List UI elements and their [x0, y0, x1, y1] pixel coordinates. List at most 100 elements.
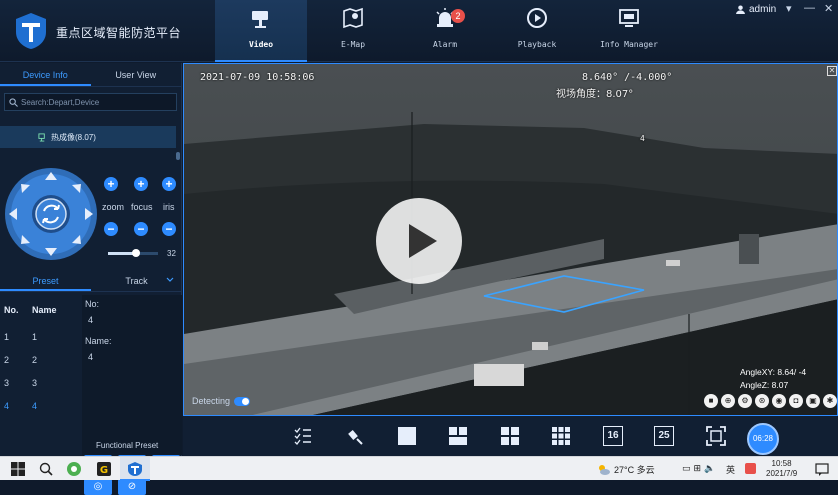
row-name: 1 [32, 331, 38, 342]
browser-icon[interactable] [66, 461, 82, 477]
row-no: 4 [4, 400, 10, 411]
system-clock[interactable]: 10:58 2021/7/9 [766, 459, 797, 479]
preset-record-button[interactable]: ◎ [84, 479, 112, 495]
device-list-scrollbar[interactable] [176, 152, 180, 160]
angle-readout: AngleXY: 8.64/ -4 AngleZ: 8.07 [740, 366, 806, 392]
snapshot-icon[interactable]: ◘ [789, 394, 803, 408]
nav-info-label: Info Manager [600, 40, 658, 49]
fullscreen-icon[interactable] [706, 426, 726, 446]
ptz-up-arrow[interactable] [45, 172, 57, 180]
speed-slider[interactable] [108, 249, 158, 257]
clock-date: 2021/7/9 [766, 469, 798, 478]
map-icon [343, 7, 363, 29]
layout-4-icon[interactable] [448, 426, 468, 446]
layout-2x2-icon[interactable] [500, 426, 520, 446]
tray-icons[interactable]: ▭⊞🔈 [682, 463, 718, 474]
tab-user-view[interactable]: User View [91, 63, 182, 86]
ptz-downleft-arrow[interactable] [21, 235, 30, 244]
layout-9-icon[interactable] [551, 426, 571, 446]
iris-in-button[interactable]: + [162, 177, 176, 191]
ime-indicator[interactable]: 英 [726, 463, 735, 476]
speed-value: 32 [167, 249, 176, 258]
detecting-toggle[interactable]: Detecting [192, 396, 251, 406]
table-row[interactable]: 1 1 [0, 325, 80, 348]
clock-time: 10:58 [771, 459, 792, 468]
user-dropdown-icon[interactable]: ▾ [786, 2, 792, 15]
tab-preset[interactable]: Preset [0, 270, 91, 291]
no-value[interactable]: 4 [88, 315, 93, 325]
row-name: 4 [32, 400, 38, 411]
search-input[interactable] [21, 97, 171, 107]
capture-icon[interactable]: ▣ [806, 394, 820, 408]
row-no: 2 [4, 354, 10, 365]
preset-clear-button[interactable]: ⊘ [118, 479, 146, 495]
nav-playback-label: Playback [517, 40, 557, 49]
ptz-right-arrow[interactable] [85, 208, 93, 220]
preset-table: No. Name 1 1 2 2 3 3 4 4 [0, 295, 80, 417]
ptz-upleft-arrow[interactable] [21, 184, 30, 193]
play-button[interactable] [376, 198, 462, 284]
user-menu[interactable]: admin [736, 4, 776, 15]
table-row-selected[interactable]: 4 4 [0, 394, 80, 417]
layout-1-icon[interactable] [397, 426, 417, 446]
nav-video-label: Video [248, 40, 274, 49]
ptz-down-arrow[interactable] [45, 248, 57, 256]
angle-xy: AngleXY: 8.64/ -4 [740, 367, 807, 377]
row-no: 3 [4, 377, 10, 388]
ptz-left-arrow[interactable] [9, 208, 17, 220]
nav-alarm[interactable]: 2 Alarm [399, 0, 491, 62]
layout-16-icon[interactable]: 16 [603, 426, 623, 446]
layout-25-icon[interactable]: 25 [654, 426, 674, 446]
thermal-video-frame [184, 64, 837, 415]
timer-button[interactable]: 06:28 [747, 423, 779, 455]
angle-z: AngleZ: 8.07 [740, 380, 789, 390]
ptz-downright-arrow[interactable] [72, 235, 81, 244]
zoom-label: zoom [102, 202, 125, 212]
checklist-icon[interactable] [293, 426, 313, 446]
focus-in-button[interactable]: + [134, 177, 148, 191]
bottom-toolbar: 16 25 06:28 [183, 416, 838, 456]
svg-text:G: G [100, 465, 108, 476]
app-window: 重点区域智能防范平台 Video E-Map 2 Alarm Playback … [0, 0, 838, 495]
taskbar-app-active[interactable] [120, 457, 150, 481]
tray-app-icon[interactable] [745, 463, 756, 474]
notification-icon[interactable] [814, 461, 830, 477]
nav-video[interactable]: Video [215, 0, 307, 62]
focus-out-button[interactable]: − [134, 222, 148, 236]
video-angles-top: 8.640° /-4.000° [582, 72, 673, 83]
video-view[interactable]: 2021-07-09 10:58:06 8.640° /-4.000° 视场角度… [183, 63, 838, 416]
config-icon[interactable]: ✱ [823, 394, 837, 408]
table-row[interactable]: 2 2 [0, 348, 80, 371]
iris-out-button[interactable]: − [162, 222, 176, 236]
tab-device-info[interactable]: Device Info [0, 63, 91, 86]
zoom-out-button[interactable]: − [104, 222, 118, 236]
nav-info-manager[interactable]: Info Manager [583, 0, 675, 62]
chevron-down-icon[interactable] [166, 277, 174, 283]
satellite-icon[interactable] [345, 426, 365, 446]
settings-icon[interactable]: ⚙ [738, 394, 752, 408]
record-icon[interactable]: ◉ [772, 394, 786, 408]
row-no: 1 [4, 331, 10, 342]
weather-widget[interactable]: 27°C 多云 [598, 463, 655, 476]
device-item[interactable]: 热成像(8.07) [0, 126, 176, 148]
ptz-direction-arrows [9, 172, 93, 256]
toggle-switch[interactable] [234, 396, 251, 406]
nav-playback[interactable]: Playback [491, 0, 583, 62]
search-icon[interactable] [38, 461, 54, 477]
windows-start-icon[interactable] [10, 461, 26, 477]
name-value[interactable]: 4 [88, 352, 93, 362]
ptz-icon[interactable]: ⊛ [755, 394, 769, 408]
crosshair-icon[interactable]: ⊕ [721, 394, 735, 408]
video-close-icon[interactable]: ✕ [827, 66, 837, 76]
ptz-upright-arrow[interactable] [72, 184, 81, 193]
speed-slider-knob[interactable] [132, 249, 140, 257]
zoom-in-button[interactable]: + [104, 177, 118, 191]
cloud-sun-icon [599, 464, 610, 475]
close-button[interactable]: ✕ [824, 2, 833, 15]
app-g-icon[interactable]: G [96, 461, 112, 477]
stop-icon[interactable]: ■ [704, 394, 718, 408]
table-row[interactable]: 3 3 [0, 371, 80, 394]
search-icon [9, 97, 18, 107]
nav-emap[interactable]: E-Map [307, 0, 399, 62]
minimize-button[interactable]: — [804, 2, 815, 14]
